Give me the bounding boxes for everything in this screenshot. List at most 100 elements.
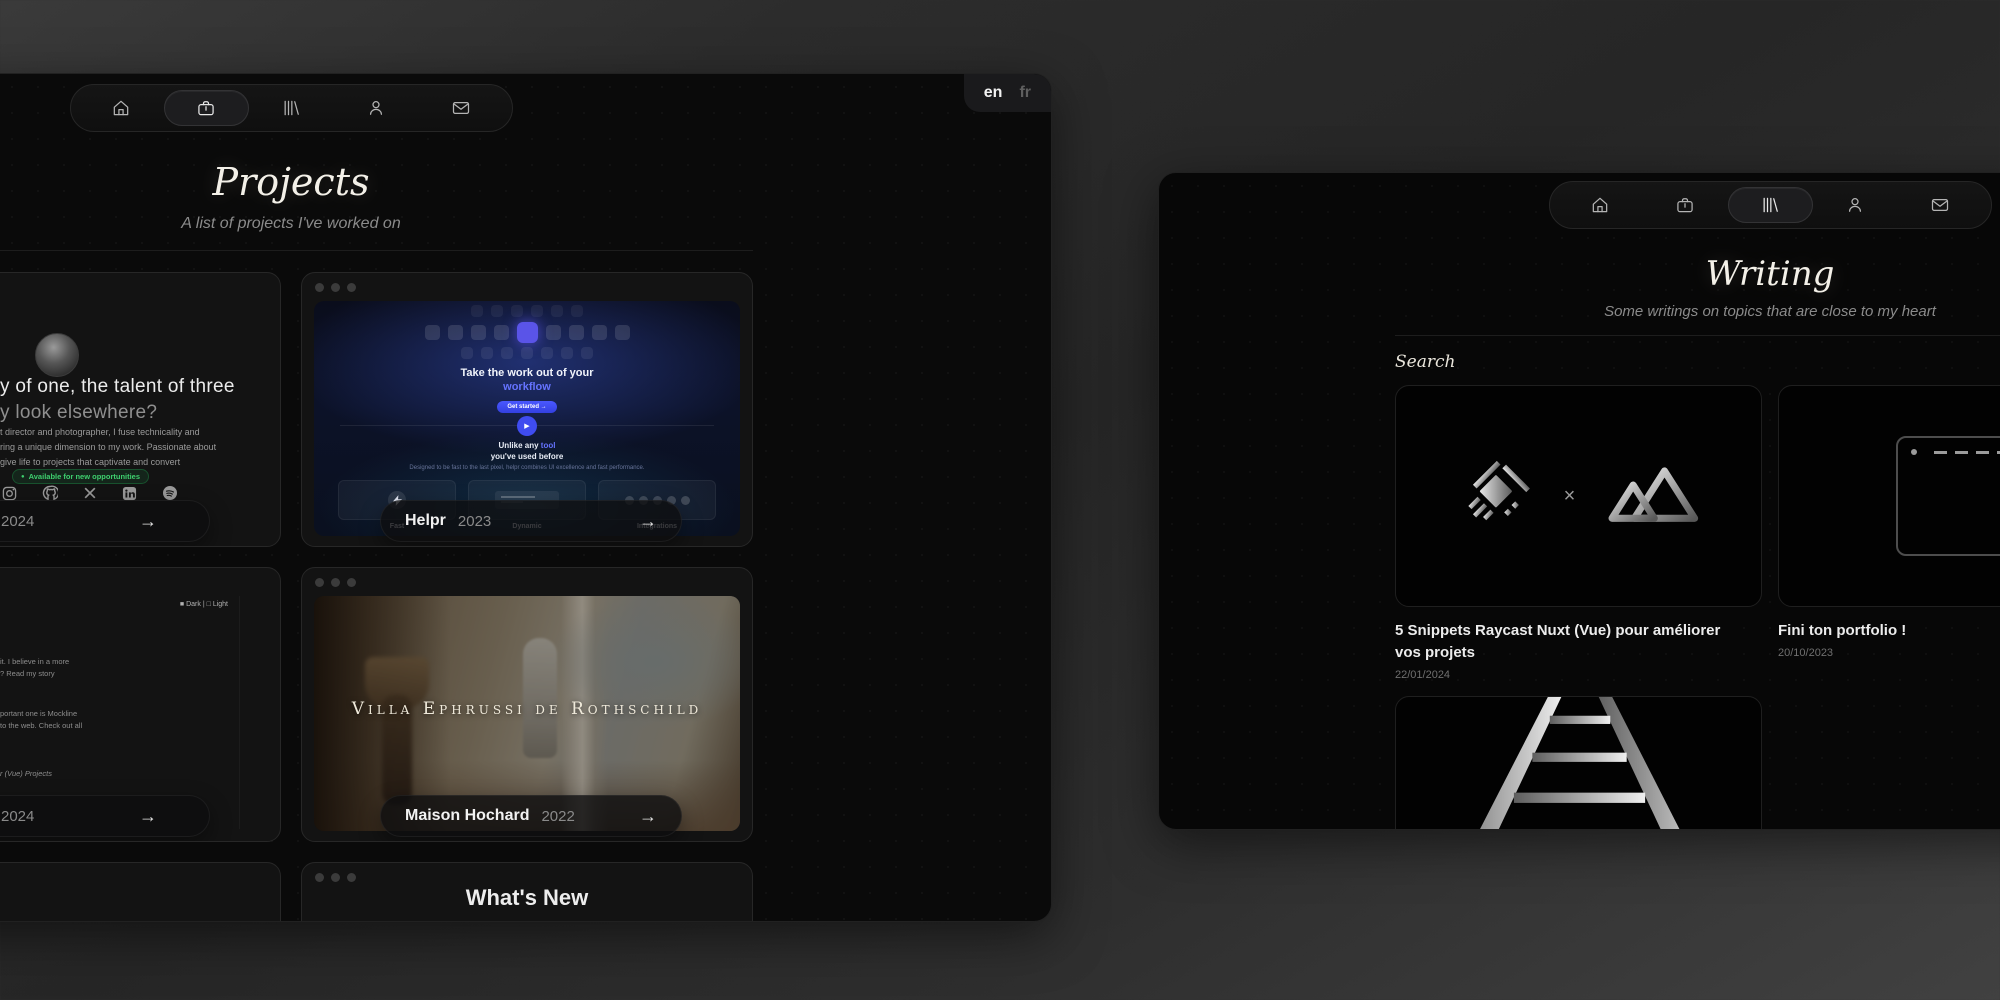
x-icon[interactable] [83,486,97,500]
linkedin-icon[interactable] [122,486,137,501]
page-title: Writing [1395,254,2000,294]
project-card-whats-new[interactable]: What's New [301,862,753,922]
lightning-bolt-icon [1994,464,2000,555]
avatar [35,333,79,377]
page-subtitle: Some writings on topics that are close t… [1395,303,2000,320]
nav-item-home[interactable] [79,90,164,126]
article-fini-ton-portfolio[interactable]: Fini ton portfolio ! 20/10/2023 [1778,385,2000,696]
helpr-hero-line: Take the work out of your [314,366,740,380]
theme-toggle: ■ Dark | □ Light [180,601,228,608]
project-link-bar[interactable]: Helpr 2023 → [380,500,682,542]
project-link-bar[interactable]: 2024 → [0,795,210,837]
person-icon [1845,195,1865,215]
page-title: Projects [0,160,753,204]
helpr-logo-tile [517,322,538,343]
helpr-hero-accent: workflow [314,380,740,394]
helpr-tagline: Unlike any tool you've used before [314,440,740,462]
header-divider [1395,335,2000,336]
project-link-bar[interactable]: 2024 → [0,500,210,542]
projects-grid: y of one, the talent of three y look els… [0,272,753,922]
article-date: 22/01/2024 [1395,669,1762,681]
projects-window: en fr Projects A list of projects I've w… [0,73,1052,922]
mail-icon [451,98,471,118]
language-switcher: en fr [964,74,1051,112]
briefcase-icon [1675,195,1695,215]
nav-item-projects[interactable] [164,90,249,126]
social-links [2,485,178,501]
library-icon [281,98,301,118]
nav-item-about[interactable] [1813,187,1898,223]
window-dots [302,273,752,292]
multiply-icon: × [1564,485,1576,508]
article-title: Fini ton portfolio ! [1778,620,2000,642]
github-icon[interactable] [42,485,58,501]
lang-fr[interactable]: fr [1019,84,1031,102]
project-name: Helpr [405,512,446,530]
play-icon: ▶ [517,416,537,436]
mail-icon [1930,195,1950,215]
light-square-icon: □ [207,601,211,608]
site-text-block: it. I believe in a more ? Read my story [0,656,69,680]
home-icon [1590,195,1610,215]
raycast-logo-icon [1456,455,1534,538]
nav-item-writing[interactable] [249,90,334,126]
app-icon-row [314,305,740,317]
bio-heading-line1: y of one, the talent of three [0,376,235,398]
header-divider [0,250,753,251]
project-card-maison-hochard[interactable]: Villa Ephrussi de Rothschild Maison Hoch… [301,567,753,842]
project-card-helpr[interactable]: Take the work out of your workflow Get s… [301,272,753,547]
window-dots [302,568,752,587]
project-name: Maison Hochard [405,807,529,825]
nav-item-home[interactable] [1558,187,1643,223]
nuxt-logo-icon [1605,463,1701,530]
article-artwork [1395,696,1762,831]
ladder-icon [1396,697,1761,831]
window-dots [0,273,280,292]
home-icon [111,98,131,118]
nav-item-contact[interactable] [1898,187,1983,223]
villa-caption: Villa Ephrussi de Rothschild [314,699,740,719]
project-link-bar[interactable]: Maison Hochard 2022 → [380,795,682,837]
spotify-icon[interactable] [162,485,178,501]
site-text-block: r (Vue) Projects [0,768,52,780]
app-icon-row [314,347,740,359]
project-year: 2022 [541,808,574,825]
bio-heading-line2: y look elsewhere? [0,402,157,424]
project-card-minimal-site[interactable]: ■ Dark | □ Light it. I believe in a more… [0,567,281,842]
instagram-icon[interactable] [2,486,17,501]
main-nav [0,74,1051,132]
lang-en[interactable]: en [984,84,1003,102]
article-ladder[interactable] [1395,696,1762,831]
project-card-bio[interactable]: y of one, the talent of three y look els… [0,272,281,547]
nav-pill [1549,181,1992,229]
window-dots [302,863,752,882]
page-subtitle: A list of projects I've worked on [0,215,753,233]
app-icon-row [314,322,740,343]
arrow-right-icon: → [639,806,657,827]
window-outline-icon [1896,436,2000,556]
project-year: 2024 [1,808,34,825]
article-raycast-nuxt[interactable]: × 5 Snippets Raycast Nuxt (Vue) pour amé… [1395,385,1762,696]
writing-window: Writing Some writings on topics that are… [1158,172,2000,830]
search-label[interactable]: Search [1395,352,2000,372]
nav-item-writing[interactable] [1728,187,1813,223]
main-nav [1159,173,2000,229]
nav-item-about[interactable] [334,90,419,126]
article-artwork: × [1395,385,1762,607]
layout-divider [239,596,240,829]
article-artwork [1778,385,2000,607]
project-year: 2023 [458,513,491,530]
green-dot-icon: ● [21,474,25,480]
arrow-right-icon: → [139,511,157,532]
article-date: 20/10/2023 [1778,647,2000,659]
availability-badge: ● Available for new opportunities [12,469,149,484]
site-text-block: portant one is Mockline to the web. Chec… [0,708,82,732]
person-icon [366,98,386,118]
project-card-partial[interactable] [0,862,281,922]
library-icon [1760,195,1780,215]
window-dots [0,568,280,587]
window-dots [0,863,280,882]
project-year: 2024 [1,513,34,530]
nav-item-projects[interactable] [1643,187,1728,223]
nav-item-contact[interactable] [419,90,504,126]
